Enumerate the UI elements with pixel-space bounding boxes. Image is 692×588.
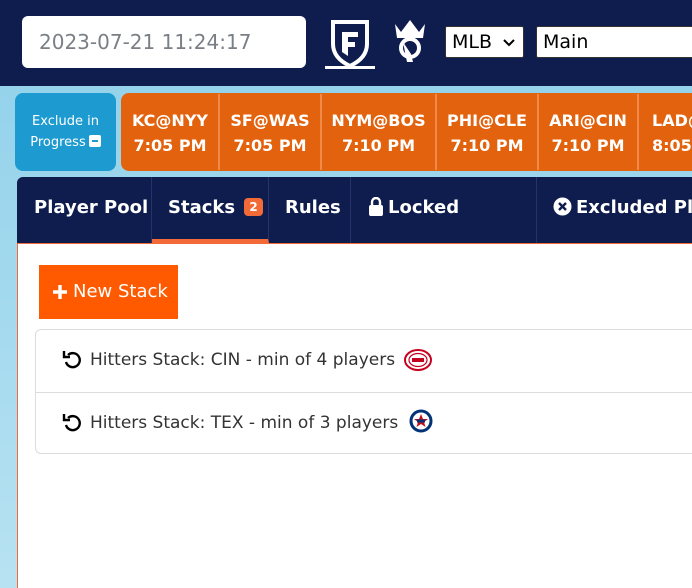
games-bar: KC@NYY 7:05 PM SF@WAS 7:05 PM NYM@BOS 7:… [121, 93, 692, 171]
game-matchup: PHI@CLE [447, 111, 527, 130]
x-circle-icon [553, 197, 572, 216]
fanduel-shield-icon[interactable] [323, 18, 377, 70]
stack-item-label: Hitters Stack: CIN - min of 4 players [90, 350, 396, 370]
tab-locked-players[interactable]: Locked Players [351, 177, 537, 280]
game-time: 7:05 PM [233, 136, 307, 155]
tab-player-pool[interactable]: Player Pool [17, 177, 152, 243]
undo-icon[interactable] [62, 349, 82, 369]
main-tabs: Player Pool Stacks 2 Rules Locked Player… [17, 177, 692, 280]
top-bar: 2023-07-21 11:24:17 MLB Main [0, 0, 692, 86]
tab-excluded-players[interactable]: Excluded Pla [537, 177, 692, 243]
game-time: 7:10 PM [341, 136, 415, 155]
tab-stacks[interactable]: Stacks 2 [152, 177, 269, 243]
stack-item-label: Hitters Stack: TEX - min of 3 players [90, 413, 399, 433]
game-tile[interactable]: SF@WAS 7:05 PM [220, 94, 322, 170]
chevron-down-icon [503, 39, 515, 47]
list-item[interactable]: Hitters Stack: CIN - min of 4 players [36, 330, 692, 392]
tab-label: Stacks [168, 197, 236, 218]
exclude-label-line1: Exclude in [32, 114, 99, 129]
game-tile[interactable]: PHI@CLE 7:10 PM [437, 94, 539, 170]
plus-icon [53, 285, 67, 299]
game-matchup: NYM@BOS [331, 111, 426, 130]
tab-label: Rules [285, 197, 341, 218]
tab-label: Excluded Pla [576, 197, 692, 218]
new-stack-button[interactable]: New Stack [39, 265, 178, 319]
slate-select[interactable]: Main [536, 26, 692, 58]
game-time: 7:10 PM [551, 136, 625, 155]
game-tile[interactable]: LAD@ 8:05 [639, 94, 692, 170]
stacks-count-badge: 2 [244, 198, 263, 216]
exclude-in-progress-button[interactable]: Exclude in Progress [15, 93, 116, 171]
game-matchup: SF@WAS [230, 111, 310, 130]
game-tile[interactable]: KC@NYY 7:05 PM [122, 94, 220, 170]
new-stack-label: New Stack [73, 281, 168, 302]
game-tile[interactable]: ARI@CIN 7:10 PM [539, 94, 639, 170]
tab-label: Player Pool [34, 197, 149, 218]
game-time: 8:05 [652, 136, 692, 155]
game-tile[interactable]: NYM@BOS 7:10 PM [322, 94, 437, 170]
lock-icon [369, 197, 383, 216]
game-matchup: KC@NYY [132, 111, 208, 130]
rangers-logo-icon [408, 408, 434, 434]
stack-list: Hitters Stack: CIN - min of 4 players Hi… [35, 329, 692, 454]
sport-select-value: MLB [452, 31, 493, 53]
game-matchup: LAD@ [652, 111, 692, 130]
draftkings-crown-icon[interactable] [389, 18, 431, 64]
reds-logo-icon [404, 349, 433, 371]
tab-rules[interactable]: Rules [269, 177, 351, 243]
game-time: 7:10 PM [450, 136, 524, 155]
exclude-label-line2: Progress [30, 135, 86, 150]
game-time: 7:05 PM [133, 136, 207, 155]
minus-square-icon [88, 135, 101, 147]
list-item[interactable]: Hitters Stack: TEX - min of 3 players [36, 392, 692, 453]
game-matchup: ARI@CIN [549, 111, 627, 130]
datetime-display[interactable]: 2023-07-21 11:24:17 [22, 16, 306, 68]
stacks-panel: New Stack Hitters Stack: CIN - min of 4 … [17, 243, 692, 588]
sport-select[interactable]: MLB [445, 26, 524, 58]
undo-icon[interactable] [62, 412, 82, 432]
